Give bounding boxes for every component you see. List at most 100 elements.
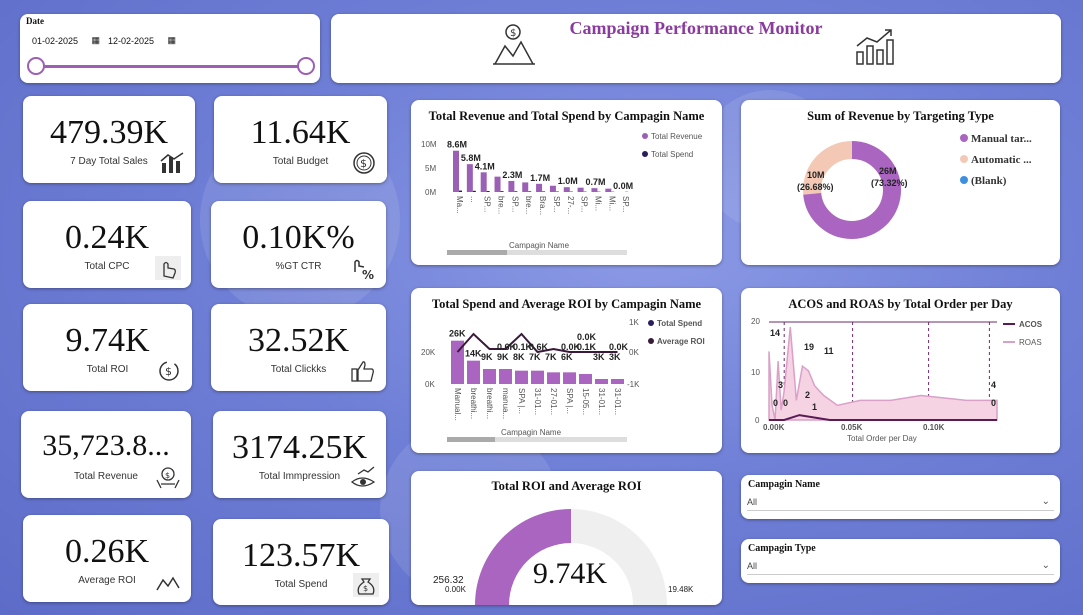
spend-bar[interactable] [579,374,592,384]
revenue-bar[interactable] [522,182,529,192]
legend-label: ACOS [1019,320,1043,329]
revenue-bar[interactable] [549,185,556,192]
revenue-bar[interactable] [563,187,570,192]
chevron-down-icon[interactable]: ⌄ [1042,560,1050,571]
spend-roi-chart[interactable]: Total Spend and Average ROI by Campagin … [411,288,722,453]
scrollbar-thumb[interactable] [447,437,495,442]
kpi-card-total-cpc: 0.24K Total CPC [23,201,191,288]
revenue-bar[interactable] [577,187,584,192]
data-label: 26K [449,329,466,339]
gauge-plot: 9.74K 256.32 0.00K 19.48K [433,509,694,605]
x-tick-label: 0.10K [923,423,945,432]
x-tick-label: 31-01... [533,388,542,415]
revenue-bar[interactable] [591,188,598,192]
campaign-name-slicer[interactable]: Campagin Name All ⌄ [741,475,1060,519]
spend-bar[interactable] [563,372,576,384]
spend-bar[interactable] [459,190,462,192]
spend-bar[interactable] [467,360,480,384]
spend-bar[interactable] [547,372,560,384]
data-label: 6K [561,352,573,362]
x-tick-label: Ma... [455,196,464,214]
x-tick-label: 27-01... [549,388,558,415]
data-label: 0 [773,398,778,408]
kpi-card-7-day-sales: 479.39K 7 Day Total Sales [23,96,195,183]
kpi-value: 3174.25K [231,429,368,466]
svg-text:%: % [362,268,374,280]
spend-bar[interactable] [500,191,504,192]
kpi-value: 123.57K [241,537,361,574]
spend-bar[interactable] [514,191,518,192]
dashboard-canvas: Date 01-02-2025 ▦ 12-02-2025 ▦ Campaign … [0,0,1083,615]
calendar-icon[interactable]: ▦ [167,35,176,46]
revenue-spend-chart[interactable]: Total Revenue and Total Spend by Campagi… [411,100,722,265]
end-date-input[interactable]: 12-02-2025 ▦ [104,32,176,50]
end-range-handle[interactable] [297,57,315,75]
x-tick-label: 0.05K [841,423,863,432]
x-tick-label: SP... [552,196,561,212]
slice-pct-label: (73.32%) [871,178,908,188]
data-label: 4.1M [475,161,495,171]
hand-click-icon [155,256,181,280]
x-tick-label: 31-01... [613,388,622,415]
date-slicer[interactable]: Date 01-02-2025 ▦ 12-02-2025 ▦ [20,14,320,83]
spend-bar[interactable] [472,190,476,192]
x-axis-title: Total Order per Day [847,434,917,443]
scrollbar-thumb[interactable] [447,250,507,255]
start-date-input[interactable]: 01-02-2025 ▦ [28,32,100,50]
kpi-card-gt-ctr: 0.10K% %GT CTR % [211,201,386,288]
legend-label: Manual tar... [971,133,1032,145]
legend-marker [648,320,654,326]
revenue-bar[interactable] [536,183,543,192]
revenue-bar[interactable] [466,164,473,192]
x-tick-label: 27-... [566,196,575,214]
calendar-icon[interactable]: ▦ [91,35,100,46]
gauge-min-label: 0.00K [445,585,467,594]
revenue-bar[interactable] [453,150,459,192]
x-tick-label: Manual... [453,388,462,421]
x-tick-label: Bra... [538,196,547,215]
data-label: 7K [529,352,541,362]
campaign-name-dropdown[interactable]: All ⌄ [747,491,1054,511]
x-tick-label: SP... [621,196,630,212]
acos-roas-chart[interactable]: ACOS and ROAS by Total Order per Day 20 … [741,288,1060,453]
targeting-type-chart[interactable]: Sum of Revenue by Targeting Type 26M (73… [741,100,1060,265]
kpi-value: 35,723.8... [42,429,170,462]
campaign-type-slicer[interactable]: Campagin Type All ⌄ [741,539,1060,583]
revenue-bar[interactable] [605,188,612,192]
revenue-bar[interactable] [480,172,487,192]
revenue-bar[interactable] [508,180,515,192]
spend-bar[interactable] [499,369,512,384]
y-tick-label: 20 [751,317,760,326]
click-percent-icon: % [354,259,374,280]
spend-bar[interactable] [528,191,532,192]
x-tick-label: SPA |... [565,388,574,414]
chevron-down-icon[interactable]: ⌄ [1042,496,1050,507]
legend-label: (Blank) [971,175,1007,187]
dollar-coin-icon: $ [353,152,375,174]
y2-tick-label: 1K [629,318,639,327]
gauge-value: 9.74K [533,557,608,590]
revenue-bar[interactable] [494,176,501,192]
roas-area[interactable] [768,326,998,421]
spend-bar[interactable] [515,370,528,384]
legend-label: Automatic ... [971,154,1032,166]
start-range-handle[interactable] [27,57,45,75]
spend-bar[interactable] [483,369,496,384]
kpi-value: 0.10K% [242,219,355,256]
page-title: Campaign Performance Monitor [569,18,823,38]
spend-bar[interactable] [531,370,544,384]
roi-gauge-chart[interactable]: Total ROI and Average ROI 9.74K 256.32 0… [411,471,722,605]
spend-bar[interactable] [595,379,608,384]
campaign-type-dropdown[interactable]: All ⌄ [747,555,1054,575]
x-tick-label: breathi... [469,388,478,419]
data-label: 0.0K [609,342,629,352]
data-label: 2.3M [502,170,522,180]
data-label: 1.0M [558,176,578,186]
y-tick-label: 5M [425,164,436,173]
spend-bar[interactable] [611,379,624,384]
date-slicer-label: Date [26,16,44,26]
spend-bar[interactable] [542,191,546,192]
x-tick-label: Mi... [593,196,602,211]
spend-bar[interactable] [486,191,490,192]
kpi-value: 0.26K [64,533,150,570]
